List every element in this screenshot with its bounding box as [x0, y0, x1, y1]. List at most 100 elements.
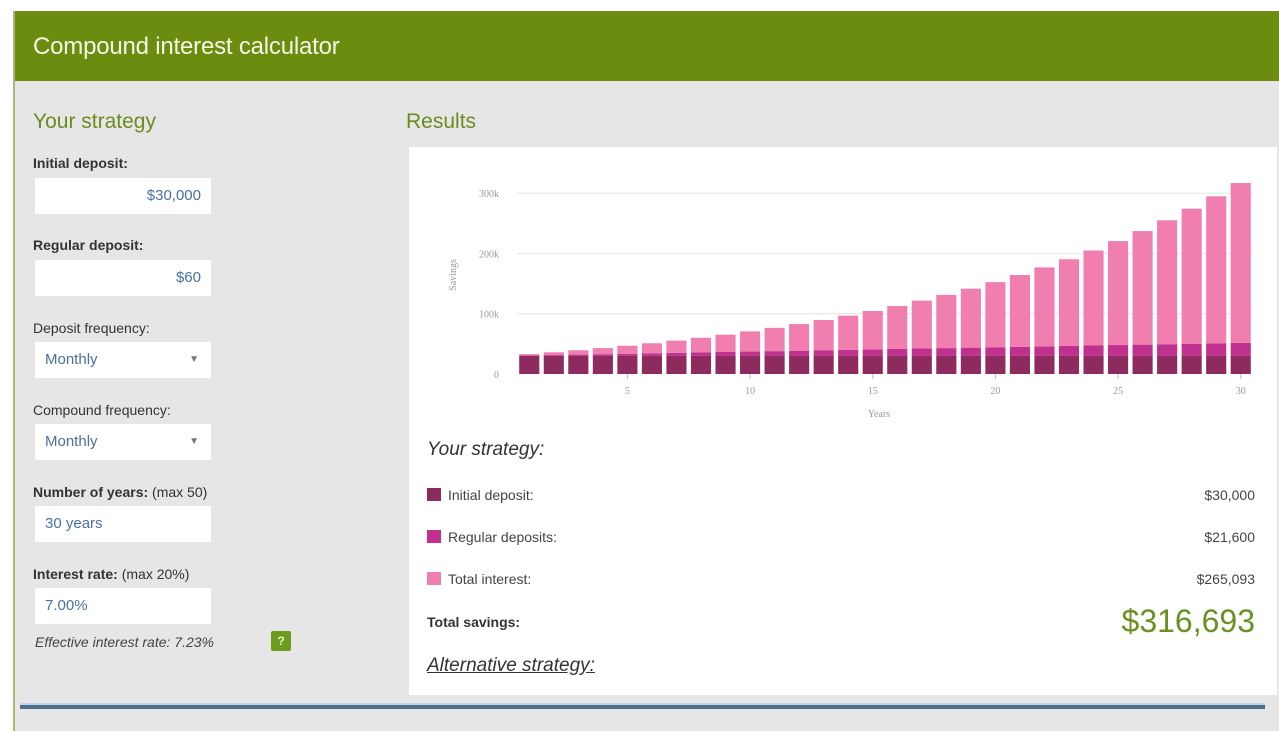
bar-segment [593, 356, 613, 374]
bar-segment [715, 352, 735, 356]
page-title: Compound interest calculator [33, 33, 340, 61]
bar-segment [1059, 356, 1079, 374]
x-tick-label: 10 [745, 386, 755, 397]
bar-segment [740, 356, 760, 374]
bar-segment [617, 346, 637, 354]
bar-segment [887, 356, 907, 374]
total-savings-label: Total savings: [427, 614, 520, 630]
bar-segment [1108, 356, 1128, 374]
bar-segment [1108, 345, 1128, 356]
deposit-frequency-select[interactable]: Monthly ▼ [35, 342, 211, 378]
bar-segment [912, 356, 932, 374]
bar-segment [715, 356, 735, 374]
calculator-widget: Compound interest calculator Your strate… [13, 11, 1279, 731]
bar-segment [1157, 356, 1177, 374]
years-input[interactable]: 30 years [35, 506, 211, 542]
x-tick-label: 25 [1113, 386, 1123, 397]
bar-segment [936, 348, 956, 356]
bar-segment [1157, 220, 1177, 344]
header-bar: Compound interest calculator [15, 11, 1279, 81]
bar-segment [765, 351, 785, 356]
bar-segment [593, 354, 613, 356]
bar-segment [789, 324, 809, 351]
x-tick-label: 5 [625, 386, 630, 397]
bar-segment [593, 348, 613, 354]
bar-segment [715, 335, 735, 352]
bar-segment [642, 353, 662, 356]
bar-segment [519, 354, 539, 355]
bar-segment [1133, 231, 1153, 345]
bar-segment [740, 352, 760, 356]
bar-segment [912, 349, 932, 356]
initial-deposit-swatch [427, 488, 441, 501]
bar-segment [985, 356, 1005, 374]
bar-segment [961, 289, 981, 348]
y-tick-label: 300k [479, 189, 499, 200]
legend-regular-deposits: Regular deposits: [427, 529, 557, 545]
regular-deposit-input[interactable]: $60 [35, 260, 211, 296]
compound-frequency-value: Monthly [45, 433, 98, 450]
initial-deposit-input[interactable]: $30,000 [35, 178, 211, 214]
bar-segment [863, 349, 883, 356]
bar-segment [961, 348, 981, 356]
bar-segment [1083, 250, 1103, 345]
bar-segment [666, 353, 686, 356]
bar-segment [1010, 347, 1030, 356]
bar-segment [936, 295, 956, 348]
total-savings-value: $316,693 [1122, 603, 1255, 640]
bar-segment [568, 356, 588, 374]
alternative-strategy-link[interactable]: Alternative strategy: [427, 655, 595, 677]
regular-deposit-label: Regular deposit: [33, 237, 143, 253]
compound-frequency-select[interactable]: Monthly ▼ [35, 424, 211, 460]
bar-segment [1231, 343, 1251, 356]
bar-segment [617, 356, 637, 374]
bar-segment [1206, 196, 1226, 343]
bar-segment [617, 354, 637, 356]
bar-segment [1059, 259, 1079, 346]
y-tick-label: 100k [479, 310, 499, 321]
chevron-down-icon: ▼ [189, 342, 199, 378]
bar-segment [1206, 356, 1226, 374]
bar-segment [1231, 356, 1251, 374]
deposit-frequency-value: Monthly [45, 351, 98, 368]
deposit-frequency-label: Deposit frequency: [33, 320, 150, 336]
bar-segment [789, 351, 809, 356]
bar-segment [1010, 275, 1030, 347]
bar-segment [1206, 343, 1226, 356]
bar-segment [544, 352, 564, 355]
bar-segment [1182, 209, 1202, 344]
total-interest-amount: $265,093 [1197, 571, 1255, 587]
bar-segment [838, 356, 858, 374]
bar-segment [1108, 241, 1128, 345]
bar-segment [814, 350, 834, 356]
bar-segment [544, 355, 564, 356]
bar-segment [887, 306, 907, 349]
your-strategy-heading: Your strategy: [427, 439, 544, 461]
bar-segment [666, 356, 686, 374]
bar-segment [691, 338, 711, 353]
bar-segment [568, 355, 588, 356]
bar-segment [568, 350, 588, 354]
help-icon[interactable]: ? [271, 631, 291, 651]
bar-segment [1157, 344, 1177, 356]
interest-rate-input[interactable]: 7.00% [35, 588, 211, 624]
bar-segment [814, 356, 834, 374]
bar-segment [691, 356, 711, 374]
y-tick-label: 200k [479, 249, 499, 260]
bar-segment [863, 311, 883, 349]
next-section-bar [20, 703, 1265, 709]
bar-segment [814, 320, 834, 350]
chevron-down-icon: ▼ [189, 424, 199, 460]
bar-segment [1083, 345, 1103, 355]
y-axis-label: Savings [448, 259, 459, 291]
bar-segment [789, 356, 809, 374]
regular-deposits-swatch [427, 530, 441, 543]
results-title: Results [406, 110, 476, 134]
bar-segment [1034, 267, 1054, 346]
effective-rate-text: Effective interest rate: 7.23% [35, 634, 214, 650]
strategy-title: Your strategy [33, 110, 156, 134]
bar-segment [1034, 356, 1054, 374]
bar-segment [765, 356, 785, 374]
bar-segment [1182, 356, 1202, 374]
x-tick-label: 30 [1236, 386, 1246, 397]
